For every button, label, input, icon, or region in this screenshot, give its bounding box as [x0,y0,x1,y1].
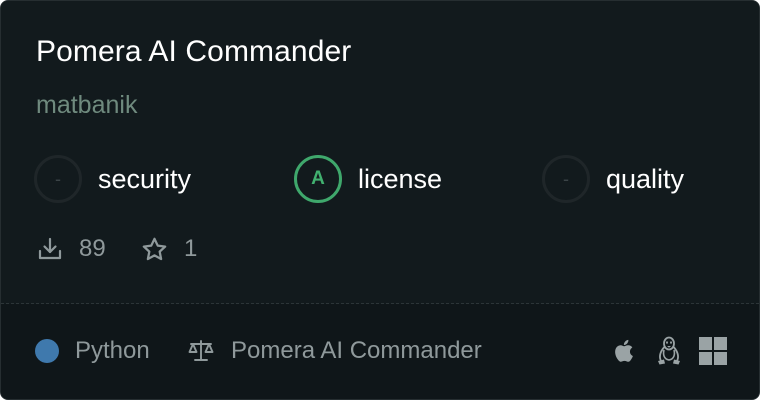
language-item[interactable]: Python [35,334,150,368]
star-icon [142,237,167,260]
package-owner[interactable]: matbanik [36,91,137,120]
apple-icon [610,334,640,368]
package-title[interactable]: Pomera AI Commander [36,35,351,69]
linux-icon [654,334,684,368]
stars-stat: 1 [141,234,197,264]
stars-count: 1 [184,235,198,262]
license-grade-badge: A [294,155,342,203]
windows-icon [698,334,728,368]
metric-label-security: security [98,163,192,194]
security-grade-badge: - [34,155,82,203]
quality-grade-badge: - [542,155,590,203]
downloads-stat: 89 [37,234,106,264]
metric-label-quality: quality [606,163,685,194]
license-label: Pomera AI Commander [231,337,482,364]
metric-security[interactable]: - security [34,154,191,204]
downloads-count: 89 [79,235,106,262]
language-label: Python [75,337,150,364]
language-color-dot [35,339,59,363]
metric-label-license: license [358,163,443,194]
metric-license[interactable]: A license [294,154,442,204]
metric-quality[interactable]: - quality [542,154,684,204]
scale-icon [188,340,214,361]
license-item[interactable]: Pomera AI Commander [187,334,482,368]
package-card[interactable]: Pomera AI Commander matbanik - security … [0,0,760,400]
download-icon [38,237,62,260]
